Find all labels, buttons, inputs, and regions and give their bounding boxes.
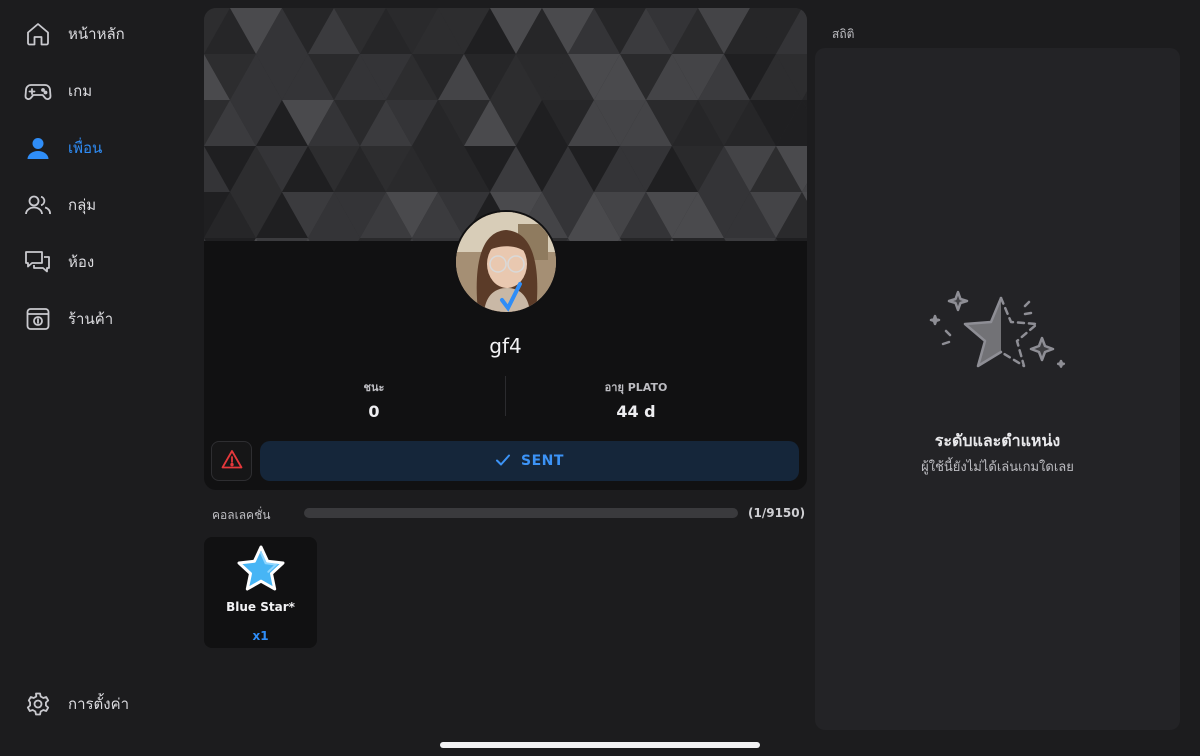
app-root: หน้าหลัก เกม เพื่อน กลุ่ม ห้อง ร้านค้า ก… bbox=[0, 0, 1200, 756]
profile-banner bbox=[204, 8, 807, 241]
sent-label: SENT bbox=[521, 453, 564, 469]
collection-label: คอลเลคชั่น bbox=[212, 508, 271, 522]
report-button[interactable] bbox=[211, 441, 252, 481]
gear-icon bbox=[24, 690, 52, 718]
blue-star-icon bbox=[235, 544, 287, 598]
friend-request-sent-button[interactable]: SENT bbox=[260, 441, 799, 481]
sidebar-item-label: ห้อง bbox=[68, 253, 95, 271]
collection-item-name: Blue Star* bbox=[226, 600, 295, 614]
avatar[interactable] bbox=[454, 210, 558, 314]
sidebar: หน้าหลัก เกม เพื่อน กลุ่ม ห้อง ร้านค้า ก… bbox=[0, 0, 200, 756]
home-indicator bbox=[440, 742, 760, 748]
group-icon bbox=[24, 191, 52, 219]
stats-empty-message: ผู้ใช้นี้ยังไม่ได้เล่นเกมใดเลย bbox=[921, 460, 1074, 475]
stats-panel: ระดับและตำแหน่ง ผู้ใช้นี้ยังไม่ได้เล่นเก… bbox=[815, 48, 1180, 730]
sidebar-item-friends[interactable]: เพื่อน bbox=[24, 133, 184, 163]
stat-label: อายุ PLATO bbox=[604, 381, 668, 394]
sidebar-item-label: กลุ่ม bbox=[68, 196, 97, 214]
sidebar-item-label: เกม bbox=[68, 82, 93, 100]
sidebar-item-label: หน้าหลัก bbox=[68, 25, 125, 43]
stat-label: ชนะ bbox=[363, 381, 385, 394]
collection-item-quantity: x1 bbox=[252, 629, 269, 643]
sidebar-item-shop[interactable]: ร้านค้า bbox=[24, 304, 184, 334]
sidebar-item-rooms[interactable]: ห้อง bbox=[24, 247, 184, 277]
sidebar-item-home[interactable]: หน้าหลัก bbox=[24, 19, 184, 49]
sidebar-item-groups[interactable]: กลุ่ม bbox=[24, 190, 184, 220]
sidebar-item-label: ร้านค้า bbox=[68, 310, 114, 328]
stats-heading: ระดับและตำแหน่ง bbox=[934, 431, 1061, 450]
sidebar-item-label: เพื่อน bbox=[68, 139, 103, 157]
person-icon bbox=[24, 134, 52, 162]
sidebar-item-settings[interactable]: การตั้งค่า bbox=[24, 689, 184, 719]
warning-icon bbox=[221, 449, 243, 473]
stars-illustration-icon bbox=[925, 286, 1070, 390]
chat-icon bbox=[24, 248, 52, 276]
collection-item-card[interactable]: Blue Star* x1 bbox=[204, 537, 317, 648]
profile-card: gf4 ชนะ 0 อายุ PLATO 44 d SENT bbox=[204, 8, 807, 490]
stat-value: 0 bbox=[368, 402, 380, 421]
collection-count: (1/9150) bbox=[748, 506, 806, 520]
stat-value: 44 d bbox=[616, 402, 656, 421]
sidebar-item-games[interactable]: เกม bbox=[24, 76, 184, 106]
check-icon bbox=[495, 452, 511, 471]
profile-username: gf4 bbox=[489, 334, 522, 358]
shop-icon bbox=[24, 305, 52, 333]
stats-title: สถิติ bbox=[832, 27, 855, 41]
gamepad-icon bbox=[24, 77, 52, 105]
home-icon bbox=[24, 20, 52, 48]
collection-progress-bar bbox=[304, 508, 738, 518]
stat-plato-age: อายุ PLATO 44 d bbox=[486, 378, 786, 421]
stat-wins: ชนะ 0 bbox=[224, 378, 524, 421]
sidebar-item-label: การตั้งค่า bbox=[68, 695, 130, 713]
